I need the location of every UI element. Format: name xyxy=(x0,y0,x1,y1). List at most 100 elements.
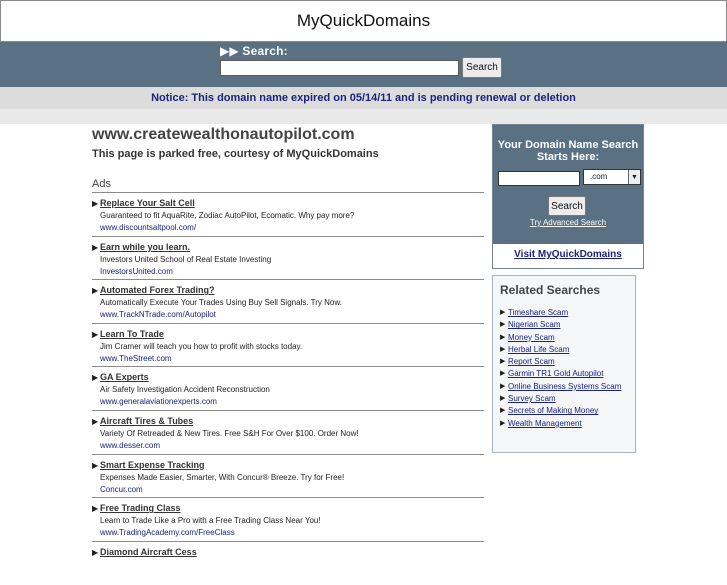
site-title: MyQuickDomains xyxy=(296,11,431,30)
chevron-down-icon: ▼ xyxy=(628,170,640,184)
ad-description: Jim Cramer will teach you how to profit … xyxy=(100,341,303,351)
list-arrow-icon: ▶ xyxy=(92,286,99,296)
ad-description: Guaranteed to fit AquaRite, Zodiac AutoP… xyxy=(100,211,355,220)
related-search-link[interactable]: ▶ Money Scam xyxy=(500,332,632,344)
expiry-notice: Notice: This domain name expired on 05/1… xyxy=(0,87,727,109)
ad-description: Air Safety Investigation Accident Recons… xyxy=(100,385,270,395)
related-search-link[interactable]: ▶ Wealth Management xyxy=(500,418,632,430)
domain-search-header-strip xyxy=(493,125,643,137)
ad-item: ▶ Smart Expense Tracking Expenses Made E… xyxy=(92,455,484,499)
ad-item: ▶ Diamond Aircraft Cess xyxy=(92,542,484,585)
related-search-label: Herbal Life Scam xyxy=(508,344,570,354)
top-search-button[interactable]: Search xyxy=(462,57,502,78)
list-arrow-icon: ▶ xyxy=(500,358,506,366)
ad-description: Automatically Execute Your Trades Using … xyxy=(100,298,342,308)
ad-url-link[interactable]: www.TheStreet.com xyxy=(100,353,484,365)
related-search-link[interactable]: ▶ Report Scam xyxy=(500,356,632,368)
list-arrow-icon: ▶ xyxy=(92,329,99,339)
related-search-link[interactable]: ▶ Herbal Life Scam xyxy=(500,344,632,356)
related-search-label: Timeshare Scam xyxy=(508,308,569,317)
related-search-label: Garmin TR1 Gold Autopilot xyxy=(508,369,604,379)
content-top-band xyxy=(0,109,727,124)
related-search-link[interactable]: ▶ Survey Scam xyxy=(500,393,632,405)
list-arrow-icon: ▶ xyxy=(500,309,506,316)
ad-title-link[interactable]: Learn To Trade xyxy=(100,329,484,340)
ad-title-link[interactable]: Automated Forex Trading? xyxy=(100,285,484,296)
ad-url-link[interactable]: www.TradingAcademy.com/FreeClass xyxy=(100,527,484,539)
ads-label: Ads xyxy=(92,178,484,193)
ad-url-link[interactable]: www.discountsaltpool.com/ xyxy=(100,222,484,234)
list-arrow-icon: ▶ xyxy=(92,242,99,252)
top-search-label: ▶▶ Search: xyxy=(220,44,288,58)
related-search-label: Wealth Management xyxy=(508,418,582,428)
related-searches-title: Related Searches xyxy=(500,283,601,297)
list-arrow-icon: ▶ xyxy=(500,419,506,427)
related-search-link[interactable]: ▶ Online Business Systems Scam xyxy=(500,381,632,393)
ad-url-link[interactable]: InvestorsUnited.com xyxy=(100,266,484,278)
ad-url-link[interactable]: www.desser.com xyxy=(100,440,484,452)
list-arrow-icon: ▶ xyxy=(92,504,99,514)
related-search-link[interactable]: ▶ Timeshare Scam xyxy=(500,307,632,319)
tld-selected-value: .com xyxy=(590,172,608,181)
ad-description: Learn to Trade Like a Pro with a Free Tr… xyxy=(100,516,321,526)
ad-title-link[interactable]: Smart Expense Tracking xyxy=(100,460,484,471)
ad-url-link[interactable]: www.generalaviationexperts.com xyxy=(100,396,484,408)
related-searches-box: Related Searches ▶ Timeshare Scam ▶ Nigeri… xyxy=(492,275,636,453)
list-arrow-icon: ▶ xyxy=(500,382,506,390)
list-arrow-icon: ▶ xyxy=(500,370,506,378)
list-arrow-icon: ▶ xyxy=(92,373,99,383)
related-search-label: Survey Scam xyxy=(508,394,556,404)
list-arrow-icon: ▶ xyxy=(92,547,99,557)
ad-description: Expenses Made Easier, Smarter, With Conc… xyxy=(100,472,345,482)
ad-title-link[interactable]: Diamond Aircraft Cess xyxy=(100,547,484,558)
list-arrow-icon: ▶ xyxy=(500,407,506,415)
ad-item: ▶ Free Trading Class Learn to Trade Like… xyxy=(92,498,484,542)
list-arrow-icon: ▶ xyxy=(500,333,506,341)
tld-select[interactable]: .com ▼ xyxy=(583,169,641,185)
ad-title-link[interactable]: Replace Your Salt Cell xyxy=(100,198,484,209)
domain-title: www.createwealthonautopilot.com xyxy=(92,126,355,143)
domain-search-title: Your Domain Name Search Starts Here: xyxy=(497,139,639,163)
site-header: MyQuickDomains xyxy=(0,0,727,42)
related-search-link[interactable]: ▶ Nigerian Scam xyxy=(500,319,632,331)
domain-search-panel: Your Domain Name Search Starts Here: xyxy=(493,137,643,244)
ad-item: ▶ Replace Your Salt Cell Guaranteed to f… xyxy=(92,193,484,237)
ad-title-link[interactable]: Earn while you learn. xyxy=(100,242,484,253)
related-search-label: Report Scam xyxy=(508,357,555,367)
ad-item: ▶ GA Experts Air Safety Investigation Ac… xyxy=(92,367,484,411)
list-arrow-icon: ▶ xyxy=(92,199,99,208)
main-content: www.createwealthonautopilot.com This pag… xyxy=(92,124,484,585)
related-search-label: Money Scam xyxy=(508,332,555,342)
related-search-link[interactable]: ▶ Garmin TR1 Gold Autopilot xyxy=(500,368,632,380)
domain-search-input[interactable] xyxy=(498,171,580,186)
expiry-notice-text: Notice: This domain name expired on 05/1… xyxy=(151,92,576,104)
related-search-label: Online Business Systems Scam xyxy=(508,381,622,391)
ad-item: ▶ Automated Forex Trading? Automatically… xyxy=(92,280,484,324)
related-search-label: Secrets of Making Money xyxy=(508,406,599,416)
parked-subtitle: This page is parked free, courtesy of My… xyxy=(92,148,379,160)
domain-search-button[interactable]: Search xyxy=(548,196,586,216)
related-search-label: Nigerian Scam xyxy=(508,320,561,330)
ad-url-link[interactable]: Concur.com xyxy=(100,484,484,496)
ad-description: Investors United School of Real Estate I… xyxy=(100,254,272,264)
list-arrow-icon: ▶ xyxy=(92,460,99,470)
ad-item: ▶ Earn while you learn. Investors United… xyxy=(92,237,484,281)
ad-url-link[interactable]: www.TrackNTrade.com/Autopilot xyxy=(100,309,484,321)
ads-list: ▶ Replace Your Salt Cell Guaranteed to f… xyxy=(92,193,484,585)
list-arrow-icon: ▶ xyxy=(92,416,99,426)
ad-item: ▶ Learn To Trade Jim Cramer will teach y… xyxy=(92,324,484,368)
advanced-search-link[interactable]: Try Advanced Search xyxy=(492,218,644,227)
ad-title-link[interactable]: Aircraft Tires & Tubes xyxy=(100,416,484,427)
related-searches-list: ▶ Timeshare Scam ▶ Nigerian Scam ▶ Money Sc… xyxy=(500,307,632,430)
ad-description: Variety Of Retreaded & New Tires. Free S… xyxy=(100,428,359,438)
list-arrow-icon: ▶ xyxy=(500,321,506,329)
top-search-input[interactable] xyxy=(220,60,459,76)
ad-title-link[interactable]: Free Trading Class xyxy=(100,503,484,514)
related-search-link[interactable]: ▶ Secrets of Making Money xyxy=(500,405,632,417)
list-arrow-icon: ▶ xyxy=(500,345,506,353)
ad-title-link[interactable]: GA Experts xyxy=(100,372,484,383)
visit-site-link[interactable]: Visit MyQuickDomains xyxy=(492,249,644,260)
top-search-bar: ▶▶ Search: Search xyxy=(0,42,727,87)
ad-item: ▶ Aircraft Tires & Tubes Variety Of Retr… xyxy=(92,411,484,455)
list-arrow-icon: ▶ xyxy=(500,395,506,403)
